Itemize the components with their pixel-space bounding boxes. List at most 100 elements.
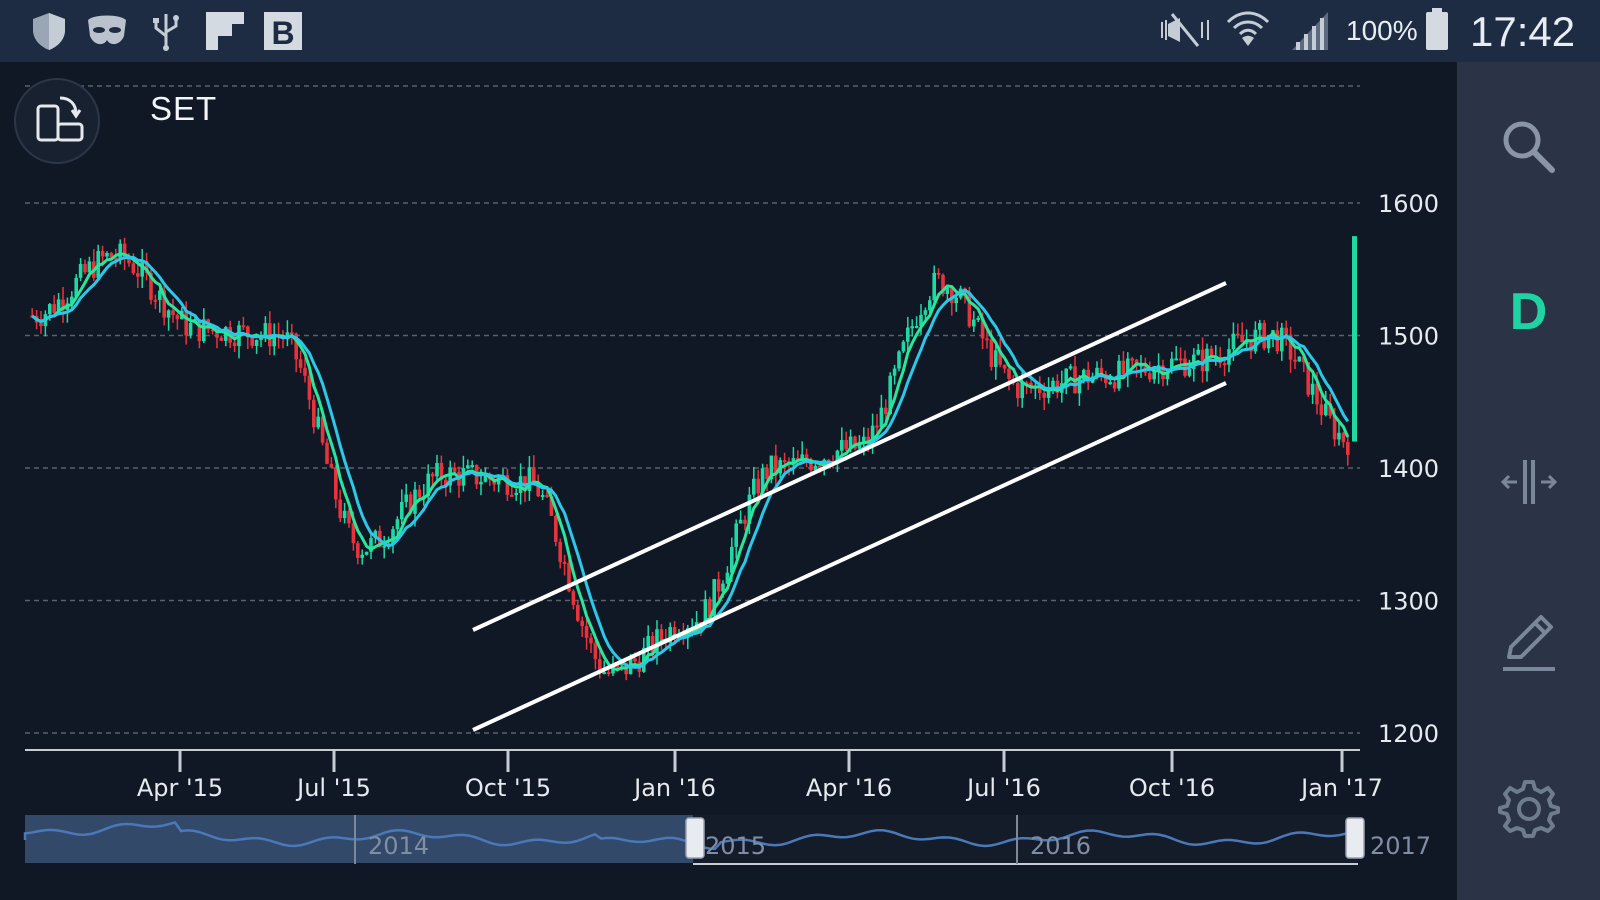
candle	[571, 591, 576, 605]
candle	[219, 337, 224, 341]
candle	[923, 310, 928, 315]
candle	[430, 473, 435, 477]
chart-area[interactable]: 1600 1500 1400 1300 1200 Apr '15 Jul '15 Oct '…	[0, 62, 1457, 900]
candle	[545, 495, 549, 498]
side-toolbar: D	[1457, 62, 1600, 900]
candle	[87, 261, 92, 273]
candle	[1007, 368, 1011, 379]
candle	[558, 541, 562, 562]
x-tick-label: Jan '17	[1299, 774, 1383, 802]
candle	[756, 478, 760, 494]
candle	[954, 297, 958, 304]
candle	[985, 338, 989, 341]
candle	[83, 263, 87, 273]
candle	[840, 440, 844, 451]
candle	[532, 467, 536, 483]
candle	[1187, 368, 1192, 376]
candle	[1236, 333, 1240, 336]
battery-percent: 100%	[1346, 15, 1418, 46]
candle	[606, 672, 611, 675]
rotate-screen-button[interactable]	[14, 78, 100, 164]
candle	[510, 494, 514, 497]
candle	[602, 672, 606, 675]
candle	[404, 494, 408, 502]
candle	[844, 440, 848, 450]
candle	[329, 463, 334, 468]
candle	[1324, 403, 1328, 416]
gear-icon	[1497, 780, 1560, 838]
candle	[932, 272, 936, 301]
y-tick-label: 1300	[1378, 588, 1439, 616]
candle	[1148, 373, 1152, 380]
candle	[1310, 383, 1315, 395]
y-tick-label: 1600	[1378, 190, 1439, 218]
search-icon	[1503, 121, 1555, 173]
candle	[884, 407, 888, 414]
candle	[250, 337, 254, 346]
candle	[1284, 327, 1288, 335]
clock: 17:42	[1470, 8, 1576, 55]
flipboard-icon	[204, 10, 246, 57]
candle	[972, 319, 976, 327]
candle	[782, 460, 787, 463]
candle	[254, 339, 259, 346]
candle	[188, 322, 193, 336]
x-tick-label: Apr '16	[806, 774, 892, 802]
compare-button[interactable]	[1457, 427, 1600, 537]
candle	[593, 643, 598, 660]
candle	[576, 604, 580, 621]
split-arrows-icon	[1500, 460, 1557, 504]
candle	[342, 510, 347, 519]
trendline-lower[interactable]	[472, 381, 1227, 732]
draw-button[interactable]	[1457, 587, 1600, 697]
candle	[1178, 358, 1183, 361]
candle	[514, 492, 518, 496]
candle	[100, 251, 105, 257]
candle	[936, 272, 941, 275]
navigator-year-label: 2015	[705, 832, 766, 860]
navigator-handle-right[interactable]	[1345, 817, 1365, 859]
range-navigator[interactable]: 2014 2015 2016 2017	[23, 815, 1431, 865]
candle	[1222, 363, 1227, 366]
signal-icon	[1290, 10, 1332, 57]
candle	[580, 620, 584, 627]
period-button[interactable]: D	[1457, 257, 1600, 367]
price-chart[interactable]: 1600 1500 1400 1300 1200 Apr '15 Jul '15 Oct '…	[0, 62, 1457, 900]
navigator-year-label: 2017	[1370, 832, 1431, 860]
candle	[743, 519, 747, 524]
x-tick-label: Oct '15	[465, 774, 551, 802]
candle	[765, 468, 769, 480]
candle	[1130, 358, 1134, 361]
candle	[466, 465, 470, 469]
candle	[1121, 360, 1126, 375]
candle	[298, 359, 303, 368]
navigator-handle-left[interactable]	[685, 817, 705, 859]
rotate-icon	[36, 96, 84, 142]
svg-text:B: B	[271, 15, 294, 51]
candle	[470, 465, 474, 468]
candle	[479, 481, 483, 485]
shield-icon	[28, 10, 70, 57]
navigator-year-label: 2014	[368, 832, 429, 860]
candle	[1297, 356, 1302, 362]
candle	[52, 304, 56, 313]
x-tick-label: Jan '16	[632, 774, 716, 802]
trend-channel[interactable]	[472, 281, 1227, 732]
search-button[interactable]	[1457, 92, 1600, 202]
candle	[153, 299, 158, 302]
pencil-icon	[1502, 615, 1555, 671]
candle	[356, 543, 360, 558]
candle	[901, 341, 906, 352]
symbol-title: SET	[150, 90, 218, 127]
y-tick-label: 1500	[1378, 323, 1439, 351]
candle	[136, 273, 140, 277]
candle	[360, 554, 364, 558]
candle	[1258, 323, 1262, 330]
y-tick-label: 1200	[1378, 720, 1439, 748]
candle	[914, 325, 919, 328]
candle	[976, 317, 980, 320]
candle	[879, 407, 884, 428]
candle	[127, 259, 131, 264]
candle	[78, 263, 83, 278]
settings-button[interactable]	[1457, 754, 1600, 864]
